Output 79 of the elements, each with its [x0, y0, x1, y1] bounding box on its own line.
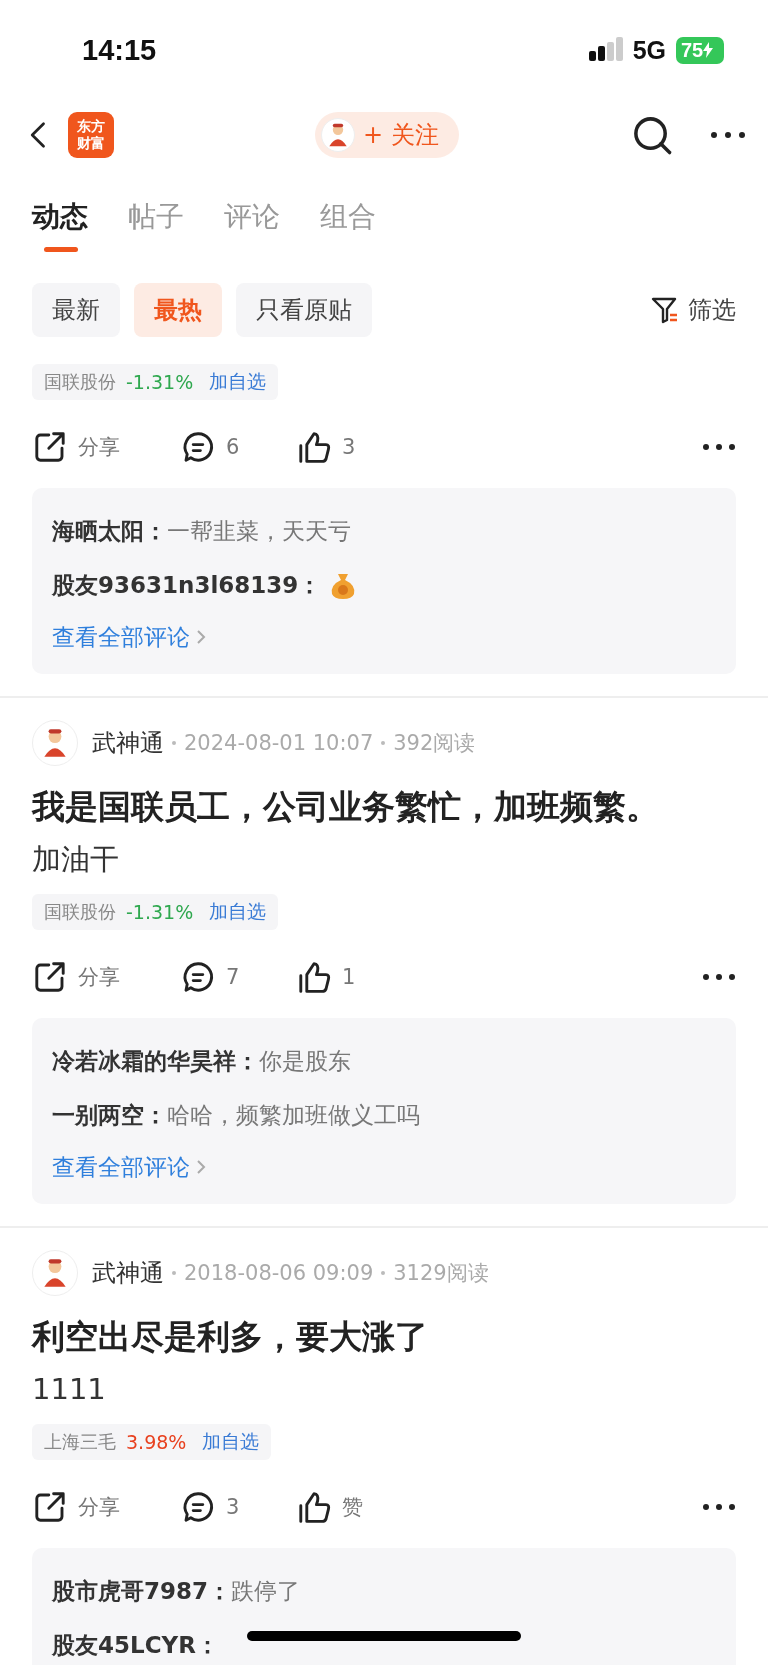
funnel-icon: [650, 295, 680, 325]
author-name[interactable]: 武神通: [92, 1257, 164, 1289]
more-icon[interactable]: [702, 1503, 736, 1511]
share-button[interactable]: 分享: [32, 1489, 180, 1525]
tab[interactable]: 评论: [224, 194, 280, 254]
separator-dot: [172, 1271, 176, 1275]
comment-button[interactable]: 7: [180, 959, 296, 995]
separator-dot: [381, 741, 386, 745]
view-all-comments-link[interactable]: 查看全部评论: [52, 1142, 206, 1192]
comment-author: 股友93631n3l68139：: [52, 571, 322, 600]
read-count: 392阅读: [393, 730, 476, 757]
comment-text: 哈哈，频繁加班做义工吗: [167, 1101, 420, 1130]
stock-change: 3.98%: [126, 1431, 187, 1453]
comment-author[interactable]: 股友45LCYR：: [52, 1618, 219, 1665]
stock-name: 国联股份: [44, 370, 116, 394]
post-time: 2018-08-06 09:09: [184, 1261, 374, 1285]
stock-tag[interactable]: 国联股份 -1.31% 加自选: [32, 894, 279, 930]
comment-text: 一帮韭菜，天天亏: [167, 517, 351, 546]
view-all-comments-link[interactable]: 查看全部评论: [52, 612, 206, 662]
more-icon[interactable]: [702, 443, 736, 451]
status-time: 14:15: [82, 33, 157, 67]
comment-text: 你是股东: [259, 1047, 351, 1076]
like-button[interactable]: 1: [296, 959, 456, 995]
share-button[interactable]: 分享: [32, 959, 180, 995]
post-title: 我是国联员工，公司业务繁忙，加班频繁。: [32, 786, 660, 828]
author-avatar[interactable]: [32, 1250, 78, 1296]
app-logo[interactable]: 东方 财富: [68, 112, 114, 158]
stock-tag[interactable]: 上海三毛 3.98% 加自选: [32, 1424, 272, 1460]
add-watchlist-button[interactable]: 加自选: [196, 1429, 260, 1455]
chevron-right-icon: [196, 629, 206, 645]
comment-button[interactable]: 6: [180, 429, 296, 465]
tab[interactable]: 帖子: [128, 194, 184, 254]
post-body: 加油干: [32, 841, 120, 878]
share-icon: [32, 959, 68, 995]
separator-dot: [381, 1271, 386, 1275]
more-icon[interactable]: [702, 973, 736, 981]
add-watchlist-button[interactable]: 加自选: [203, 369, 267, 395]
comment-author[interactable]: 海晒太阳：: [52, 504, 167, 558]
signal-icon: [588, 37, 623, 63]
post-body: 1111: [32, 1371, 107, 1408]
like-button[interactable]: 赞: [296, 1489, 456, 1525]
filter-chip[interactable]: 只看原贴: [236, 283, 372, 337]
chevron-right-icon: [196, 1159, 206, 1175]
filter-button[interactable]: 筛选: [650, 294, 736, 326]
battery-indicator: 75: [676, 36, 724, 64]
speech-bubble-icon: [180, 429, 216, 465]
thumbs-up-icon: [296, 1489, 332, 1525]
add-watchlist-button[interactable]: 加自选: [203, 899, 267, 925]
author-name[interactable]: 武神通: [92, 727, 164, 759]
speech-bubble-icon: [180, 959, 216, 995]
share-button[interactable]: 分享: [32, 429, 180, 465]
comment-author[interactable]: 冷若冰霜的华昊祥：: [52, 1034, 259, 1088]
post-time: 2024-08-01 10:07: [184, 731, 374, 755]
separator-dot: [172, 741, 176, 745]
filter-chip[interactable]: 最热: [134, 283, 222, 337]
thumbs-up-icon: [296, 429, 332, 465]
comment-author[interactable]: 一别两空：: [52, 1088, 167, 1142]
thumbs-up-icon: [296, 959, 332, 995]
like-button[interactable]: 3: [296, 429, 456, 465]
read-count: 3129阅读: [393, 1260, 489, 1287]
network-label: 5G: [632, 35, 666, 65]
comment-author[interactable]: 股市虎哥7987：: [52, 1564, 231, 1618]
share-icon: [32, 1489, 68, 1525]
stock-change: -1.31%: [126, 901, 194, 923]
more-icon[interactable]: [710, 131, 746, 139]
stock-change: -1.31%: [126, 371, 194, 393]
stock-tag[interactable]: 国联股份 -1.31% 加自选: [32, 364, 279, 400]
author-avatar[interactable]: [32, 720, 78, 766]
share-icon: [32, 429, 68, 465]
follow-button[interactable]: + 关注: [315, 112, 459, 158]
comment-text: 跌停了: [231, 1577, 300, 1606]
speech-bubble-icon: [180, 1489, 216, 1525]
tab[interactable]: 组合: [320, 194, 376, 254]
post-title: 利空出尽是利多，要大涨了: [32, 1316, 429, 1358]
filter-chip[interactable]: 最新: [32, 283, 120, 337]
comment-button[interactable]: 3: [180, 1489, 296, 1525]
stock-name: 上海三毛: [44, 1430, 116, 1454]
stock-name: 国联股份: [44, 900, 116, 924]
tab[interactable]: 动态: [32, 194, 88, 254]
